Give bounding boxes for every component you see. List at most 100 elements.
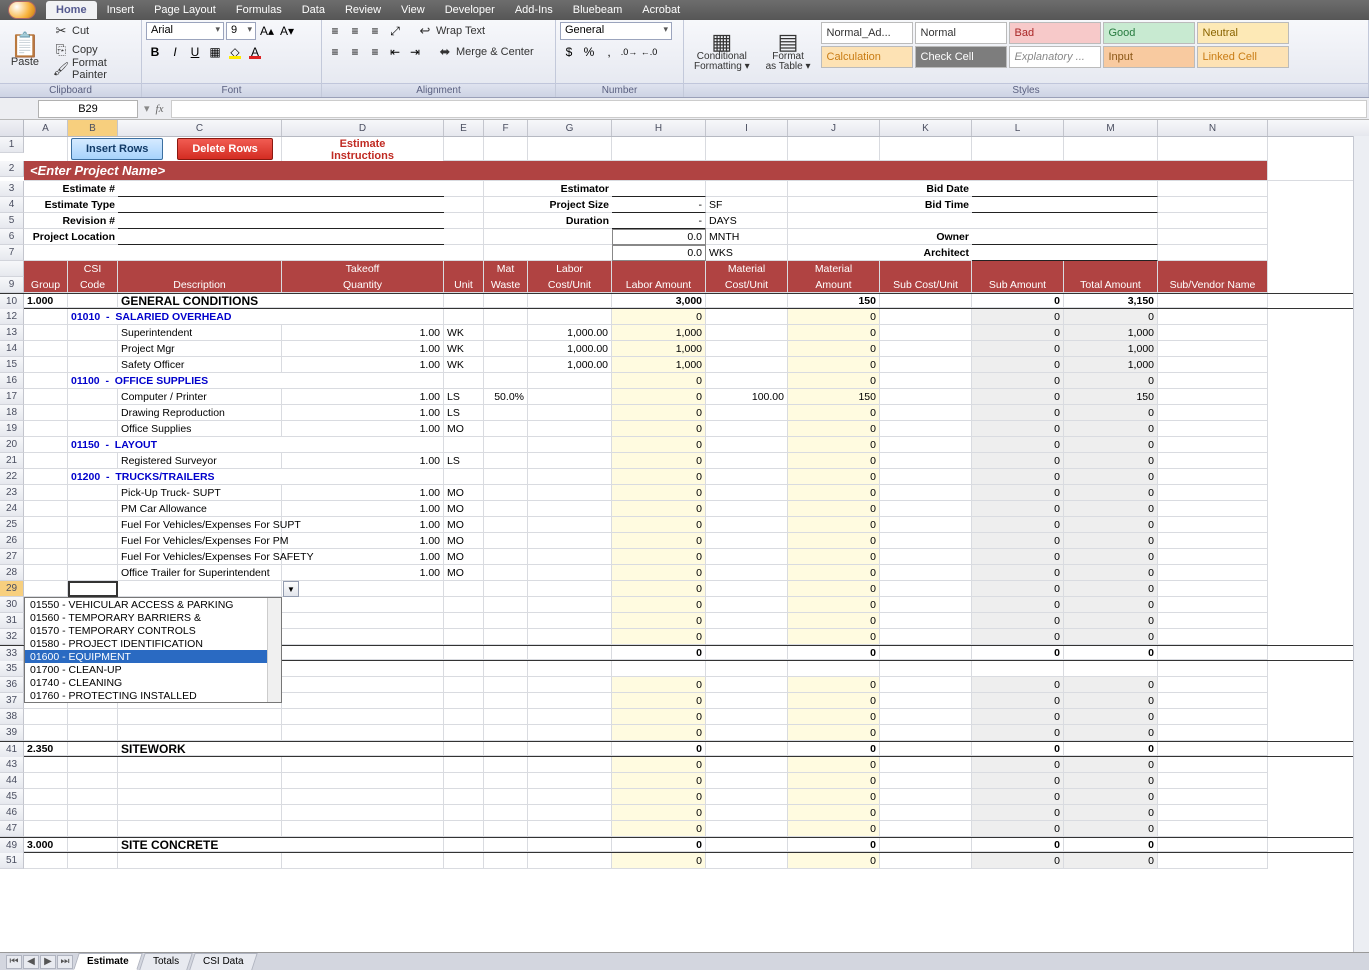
row-header-43[interactable]: 43 — [0, 757, 24, 773]
row-header-35[interactable]: 35 — [0, 661, 24, 677]
row-header-20[interactable]: 20 — [0, 437, 24, 453]
row-header-5[interactable]: 5 — [0, 213, 24, 229]
sheet-tab-csi-data[interactable]: CSI Data — [189, 953, 257, 970]
underline-button[interactable]: U — [186, 43, 204, 61]
increase-decimal[interactable]: .0→ — [620, 43, 638, 61]
row-header-45[interactable]: 45 — [0, 789, 24, 805]
merge-center-button[interactable]: ⬌Merge & Center — [434, 43, 537, 61]
cell-style-linked-cell[interactable]: Linked Cell — [1197, 46, 1289, 68]
select-all-corner[interactable] — [0, 120, 24, 136]
insert-rows-button[interactable]: Insert Rows — [71, 138, 163, 160]
ribbon-tab-data[interactable]: Data — [292, 1, 335, 19]
row-header-41[interactable]: 41 — [0, 742, 24, 758]
row-header-32[interactable]: 32 — [0, 629, 24, 645]
row-header-19[interactable]: 19 — [0, 421, 24, 437]
cut-button[interactable]: ✂Cut — [50, 22, 137, 40]
row-header-49[interactable]: 49 — [0, 838, 24, 854]
col-header-G[interactable]: G — [528, 120, 612, 136]
col-header-N[interactable]: N — [1158, 120, 1268, 136]
tab-nav-last[interactable]: ⏭ — [57, 955, 73, 969]
row-header-33[interactable]: 33 — [0, 646, 24, 662]
align-left[interactable]: ≡ — [326, 43, 344, 61]
dropdown-option[interactable]: 01760 - PROTECTING INSTALLED CONSTRUCTIO… — [25, 689, 281, 702]
number-format-dropdown[interactable]: General — [560, 22, 672, 40]
row-header-14[interactable]: 14 — [0, 341, 24, 357]
cell-style-explanatory-[interactable]: Explanatory ... — [1009, 46, 1101, 68]
align-center[interactable]: ≡ — [346, 43, 364, 61]
col-header-D[interactable]: D — [282, 120, 444, 136]
row-header-12[interactable]: 12 — [0, 309, 24, 325]
decrease-decimal[interactable]: ←.0 — [640, 43, 658, 61]
col-header-I[interactable]: I — [706, 120, 788, 136]
conditional-formatting-button[interactable]: ▦ ConditionalFormatting ▾ — [688, 22, 756, 83]
orientation-button[interactable]: ⤢ — [386, 22, 404, 40]
dropdown-option[interactable]: 01580 - PROJECT IDENTIFICATION — [25, 637, 281, 650]
paste-button[interactable]: 📋 Paste — [4, 22, 46, 83]
bold-button[interactable]: B — [146, 43, 164, 61]
increase-font-button[interactable]: A▴ — [258, 22, 276, 40]
font-name-dropdown[interactable]: Arial — [146, 22, 224, 40]
row-header-31[interactable]: 31 — [0, 613, 24, 629]
worksheet-grid[interactable]: 1Insert RowsDelete RowsEstimateInstructi… — [0, 137, 1369, 869]
border-button[interactable]: ▦ — [206, 43, 224, 61]
col-header-H[interactable]: H — [612, 120, 706, 136]
fx-icon[interactable]: fx — [150, 103, 170, 115]
col-header-A[interactable]: A — [24, 120, 68, 136]
col-header-M[interactable]: M — [1064, 120, 1158, 136]
row-header-1[interactable]: 1 — [0, 137, 24, 153]
dropdown-option[interactable]: 01560 - TEMPORARY BARRIERS & ENCLOSURES — [25, 611, 281, 624]
font-size-dropdown[interactable]: 9 — [226, 22, 256, 40]
cell-style-input[interactable]: Input — [1103, 46, 1195, 68]
row-header-[interactable] — [0, 261, 24, 277]
cell-style-good[interactable]: Good — [1103, 22, 1195, 44]
row-header-10[interactable]: 10 — [0, 294, 24, 310]
row-header-18[interactable]: 18 — [0, 405, 24, 421]
ribbon-tab-formulas[interactable]: Formulas — [226, 1, 292, 19]
tab-nav-first[interactable]: ⏮ — [6, 955, 22, 969]
font-color-button[interactable]: A — [246, 43, 264, 61]
row-header-39[interactable]: 39 — [0, 725, 24, 741]
row-header-22[interactable]: 22 — [0, 469, 24, 485]
row-header-46[interactable]: 46 — [0, 805, 24, 821]
dropdown-option[interactable]: 01600 - EQUIPMENT — [25, 650, 281, 663]
format-painter-button[interactable]: 🖌Format Painter — [50, 60, 137, 78]
row-header-7[interactable]: 7 — [0, 245, 24, 261]
ribbon-tab-acrobat[interactable]: Acrobat — [632, 1, 690, 19]
percent-button[interactable]: % — [580, 43, 598, 61]
validation-dropdown-arrow[interactable]: ▼ — [283, 581, 299, 597]
row-header-17[interactable]: 17 — [0, 389, 24, 405]
row-header-13[interactable]: 13 — [0, 325, 24, 341]
cell-style-bad[interactable]: Bad — [1009, 22, 1101, 44]
tab-nav-next[interactable]: ▶ — [40, 955, 56, 969]
currency-button[interactable]: $ — [560, 43, 578, 61]
row-header-6[interactable]: 6 — [0, 229, 24, 245]
ribbon-tab-home[interactable]: Home — [46, 1, 97, 19]
vertical-scrollbar[interactable] — [1353, 136, 1369, 952]
active-cell[interactable] — [68, 581, 118, 597]
increase-indent[interactable]: ⇥ — [406, 43, 424, 61]
row-header-47[interactable]: 47 — [0, 821, 24, 837]
row-header-23[interactable]: 23 — [0, 485, 24, 501]
row-header-15[interactable]: 15 — [0, 357, 24, 373]
wrap-text-button[interactable]: ↩Wrap Text — [414, 22, 488, 40]
dropdown-option[interactable]: 01570 - TEMPORARY CONTROLS — [25, 624, 281, 637]
align-middle[interactable]: ≡ — [346, 22, 364, 40]
ribbon-tab-review[interactable]: Review — [335, 1, 391, 19]
delete-rows-button[interactable]: Delete Rows — [177, 138, 272, 160]
formula-input[interactable] — [171, 100, 1367, 118]
fill-color-button[interactable]: ◇ — [226, 43, 244, 61]
ribbon-tab-page-layout[interactable]: Page Layout — [144, 1, 226, 19]
ribbon-tab-add-ins[interactable]: Add-Ins — [505, 1, 563, 19]
col-header-L[interactable]: L — [972, 120, 1064, 136]
col-header-F[interactable]: F — [484, 120, 528, 136]
align-right[interactable]: ≡ — [366, 43, 384, 61]
row-header-2[interactable]: 2 — [0, 161, 24, 177]
row-header-9[interactable]: 9 — [0, 277, 24, 293]
row-header-16[interactable]: 16 — [0, 373, 24, 389]
col-header-J[interactable]: J — [788, 120, 880, 136]
format-as-table-button[interactable]: ▤ Formatas Table ▾ — [760, 22, 817, 83]
decrease-font-button[interactable]: A▾ — [278, 22, 296, 40]
project-name-cell[interactable]: <Enter Project Name> — [24, 161, 1268, 181]
row-header-38[interactable]: 38 — [0, 709, 24, 725]
col-header-K[interactable]: K — [880, 120, 972, 136]
